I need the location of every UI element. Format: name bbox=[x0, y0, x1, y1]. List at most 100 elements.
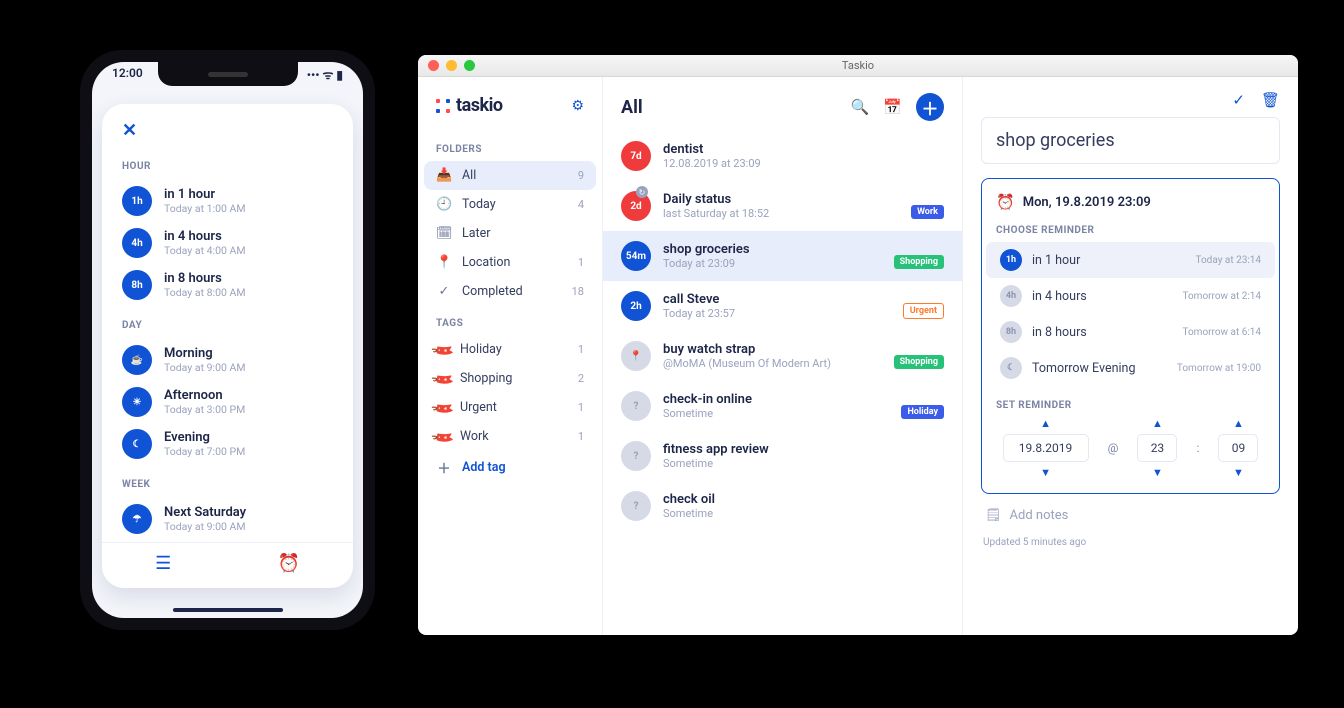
option-bubble-icon: 1h bbox=[122, 186, 152, 216]
task-row[interactable]: 2dDaily statuslast Saturday at 18:52Work… bbox=[603, 181, 962, 231]
task-row[interactable]: ?check oilSometime bbox=[603, 481, 962, 531]
tag-item[interactable]: 🔖Urgent1 bbox=[418, 393, 602, 422]
home-indicator bbox=[173, 608, 283, 612]
tag-item[interactable]: 🔖Shopping2 bbox=[418, 364, 602, 393]
folder-item[interactable]: 🕘Today4 bbox=[418, 190, 602, 219]
add-tag-button[interactable]: ＋ Add tag bbox=[418, 451, 602, 484]
reminder-date-label: Mon, 19.8.2019 23:09 bbox=[1023, 195, 1151, 210]
task-title: call Steve bbox=[663, 292, 735, 307]
status-icons: ••• ᯤ ▮ bbox=[307, 66, 343, 83]
minute-up-icon[interactable]: ▲ bbox=[1233, 417, 1244, 430]
alarm-view-icon[interactable]: ⏰ bbox=[277, 553, 299, 574]
tag-count: 1 bbox=[578, 401, 584, 414]
folder-count: 18 bbox=[572, 285, 584, 298]
reminder-option[interactable]: 1hin 1 hourToday at 1:00 AM bbox=[122, 180, 333, 222]
tag-count: 1 bbox=[578, 343, 584, 356]
phone-mockup: 12:00 ••• ᯤ ▮ ✕ HOUR1hin 1 hourToday at … bbox=[80, 50, 375, 630]
option-subtitle: Today at 7:00 PM bbox=[164, 445, 245, 458]
tag-icon: 🔖 bbox=[433, 340, 453, 360]
folder-item[interactable]: 📍Location1 bbox=[418, 248, 602, 277]
task-title: Daily status bbox=[663, 192, 769, 207]
option-label: Tomorrow Evening bbox=[1032, 361, 1135, 376]
folder-item[interactable]: 🗓Later bbox=[418, 219, 602, 248]
task-title: dentist bbox=[663, 142, 761, 157]
tag-label: Holiday bbox=[460, 342, 502, 357]
tag-item[interactable]: 🔖Work1 bbox=[418, 422, 602, 451]
reminder-option[interactable]: ☂Next SaturdayToday at 9:00 AM bbox=[122, 498, 333, 540]
task-subtitle: Today at 23:09 bbox=[663, 257, 750, 270]
task-badge: Shopping bbox=[894, 255, 944, 269]
folder-count: 4 bbox=[578, 198, 584, 211]
minute-input[interactable] bbox=[1218, 434, 1258, 462]
phone-section-heading: DAY bbox=[122, 320, 333, 331]
close-icon[interactable]: ✕ bbox=[102, 120, 353, 147]
reminder-option[interactable]: 1hin 1 hourToday at 23:14 bbox=[986, 242, 1275, 278]
task-subtitle: Today at 23:57 bbox=[663, 307, 735, 320]
folder-label: Location bbox=[462, 255, 510, 270]
phone-section-heading: WEEK bbox=[122, 479, 333, 490]
plus-icon: ＋ bbox=[436, 458, 452, 477]
search-icon[interactable]: 🔍 bbox=[851, 98, 870, 116]
tag-label: Shopping bbox=[460, 371, 512, 386]
tag-label: Work bbox=[460, 429, 489, 444]
date-down-icon[interactable]: ▼ bbox=[1040, 466, 1051, 479]
task-badge: Shopping bbox=[894, 355, 944, 369]
task-row[interactable]: 📍buy watch strap@MoMA (Museum Of Modern … bbox=[603, 331, 962, 381]
phone-bottom-nav: ☰ ⏰ bbox=[102, 542, 353, 588]
option-bubble-icon: ☕ bbox=[122, 345, 152, 375]
reminder-option[interactable]: ☾EveningToday at 7:00 PM bbox=[122, 423, 333, 465]
task-bubble-icon: 54m bbox=[621, 241, 651, 271]
updated-label: Updated 5 minutes ago bbox=[981, 527, 1280, 552]
tag-icon: 🔖 bbox=[433, 369, 453, 389]
task-subtitle: Sometime bbox=[663, 507, 715, 520]
calendar-icon[interactable]: 📅 bbox=[883, 98, 902, 116]
option-time: Tomorrow at 6:14 bbox=[1182, 327, 1261, 338]
task-row[interactable]: 54mshop groceriesToday at 23:09Shopping bbox=[603, 231, 962, 281]
task-subtitle: 12.08.2019 at 23:09 bbox=[663, 157, 761, 170]
task-title-input[interactable]: shop groceries bbox=[981, 117, 1280, 164]
add-task-button[interactable]: ＋ bbox=[916, 93, 944, 121]
option-bubble-icon: ☾ bbox=[122, 429, 152, 459]
settings-icon[interactable]: ⚙ bbox=[571, 98, 584, 114]
minute-down-icon[interactable]: ▼ bbox=[1233, 466, 1244, 479]
reminder-option[interactable]: ☕MorningToday at 9:00 AM bbox=[122, 339, 333, 381]
reminder-option[interactable]: 8hin 8 hoursToday at 8:00 AM bbox=[122, 264, 333, 306]
task-badge: Work bbox=[911, 205, 944, 219]
task-row[interactable]: 2hcall SteveToday at 23:57Urgent bbox=[603, 281, 962, 331]
hour-up-icon[interactable]: ▲ bbox=[1152, 417, 1163, 430]
folder-icon: ✓ bbox=[436, 284, 452, 299]
list-view-icon[interactable]: ☰ bbox=[155, 553, 171, 574]
reminder-option[interactable]: ☾Tomorrow EveningTomorrow at 19:00 bbox=[996, 350, 1265, 386]
delete-icon[interactable]: 🗑 bbox=[1261, 91, 1280, 109]
tag-item[interactable]: 🔖 Holiday 1 bbox=[418, 335, 602, 364]
hour-input[interactable] bbox=[1137, 434, 1177, 462]
task-row[interactable]: ?check-in onlineSometimeHoliday bbox=[603, 381, 962, 431]
date-up-icon[interactable]: ▲ bbox=[1040, 417, 1051, 430]
option-time: Tomorrow at 19:00 bbox=[1177, 363, 1261, 374]
date-input[interactable] bbox=[1003, 434, 1089, 462]
add-notes-button[interactable]: 🗒 Add notes bbox=[981, 494, 1280, 527]
reminder-option[interactable]: 4hin 4 hoursToday at 4:00 AM bbox=[122, 222, 333, 264]
option-bubble-icon: ☀ bbox=[122, 387, 152, 417]
reminder-option[interactable]: ☀ AfternoonToday at 3:00 PM bbox=[122, 381, 333, 423]
option-title: Afternoon bbox=[164, 388, 245, 403]
complete-icon[interactable]: ✓ bbox=[1232, 91, 1245, 109]
list-header: All 🔍 📅 ＋ bbox=[603, 77, 962, 131]
folder-item[interactable]: ✓ Completed 18 bbox=[418, 277, 602, 306]
task-bubble-icon: ? bbox=[621, 491, 651, 521]
task-row[interactable]: ?fitness app reviewSometime bbox=[603, 431, 962, 481]
task-row[interactable]: 7ddentist12.08.2019 at 23:09 bbox=[603, 131, 962, 181]
list-title: All bbox=[621, 97, 837, 118]
task-subtitle: Sometime bbox=[663, 407, 752, 420]
hour-down-icon[interactable]: ▼ bbox=[1152, 466, 1163, 479]
option-time: Tomorrow at 2:14 bbox=[1182, 291, 1261, 302]
option-subtitle: Today at 3:00 PM bbox=[164, 403, 245, 416]
reminder-option[interactable]: 4hin 4 hoursTomorrow at 2:14 bbox=[996, 278, 1265, 314]
folder-item[interactable]: 📥All9 bbox=[424, 161, 596, 190]
reminder-sheet: ✕ HOUR1hin 1 hourToday at 1:00 AM4hin 4 … bbox=[102, 104, 353, 588]
alarm-icon: ⏰ bbox=[996, 193, 1015, 211]
reminder-option[interactable]: 8hin 8 hoursTomorrow at 6:14 bbox=[996, 314, 1265, 350]
option-subtitle: Today at 9:00 AM bbox=[164, 361, 246, 374]
folder-label: Completed bbox=[462, 284, 523, 299]
tag-icon: 🔖 bbox=[433, 398, 453, 418]
